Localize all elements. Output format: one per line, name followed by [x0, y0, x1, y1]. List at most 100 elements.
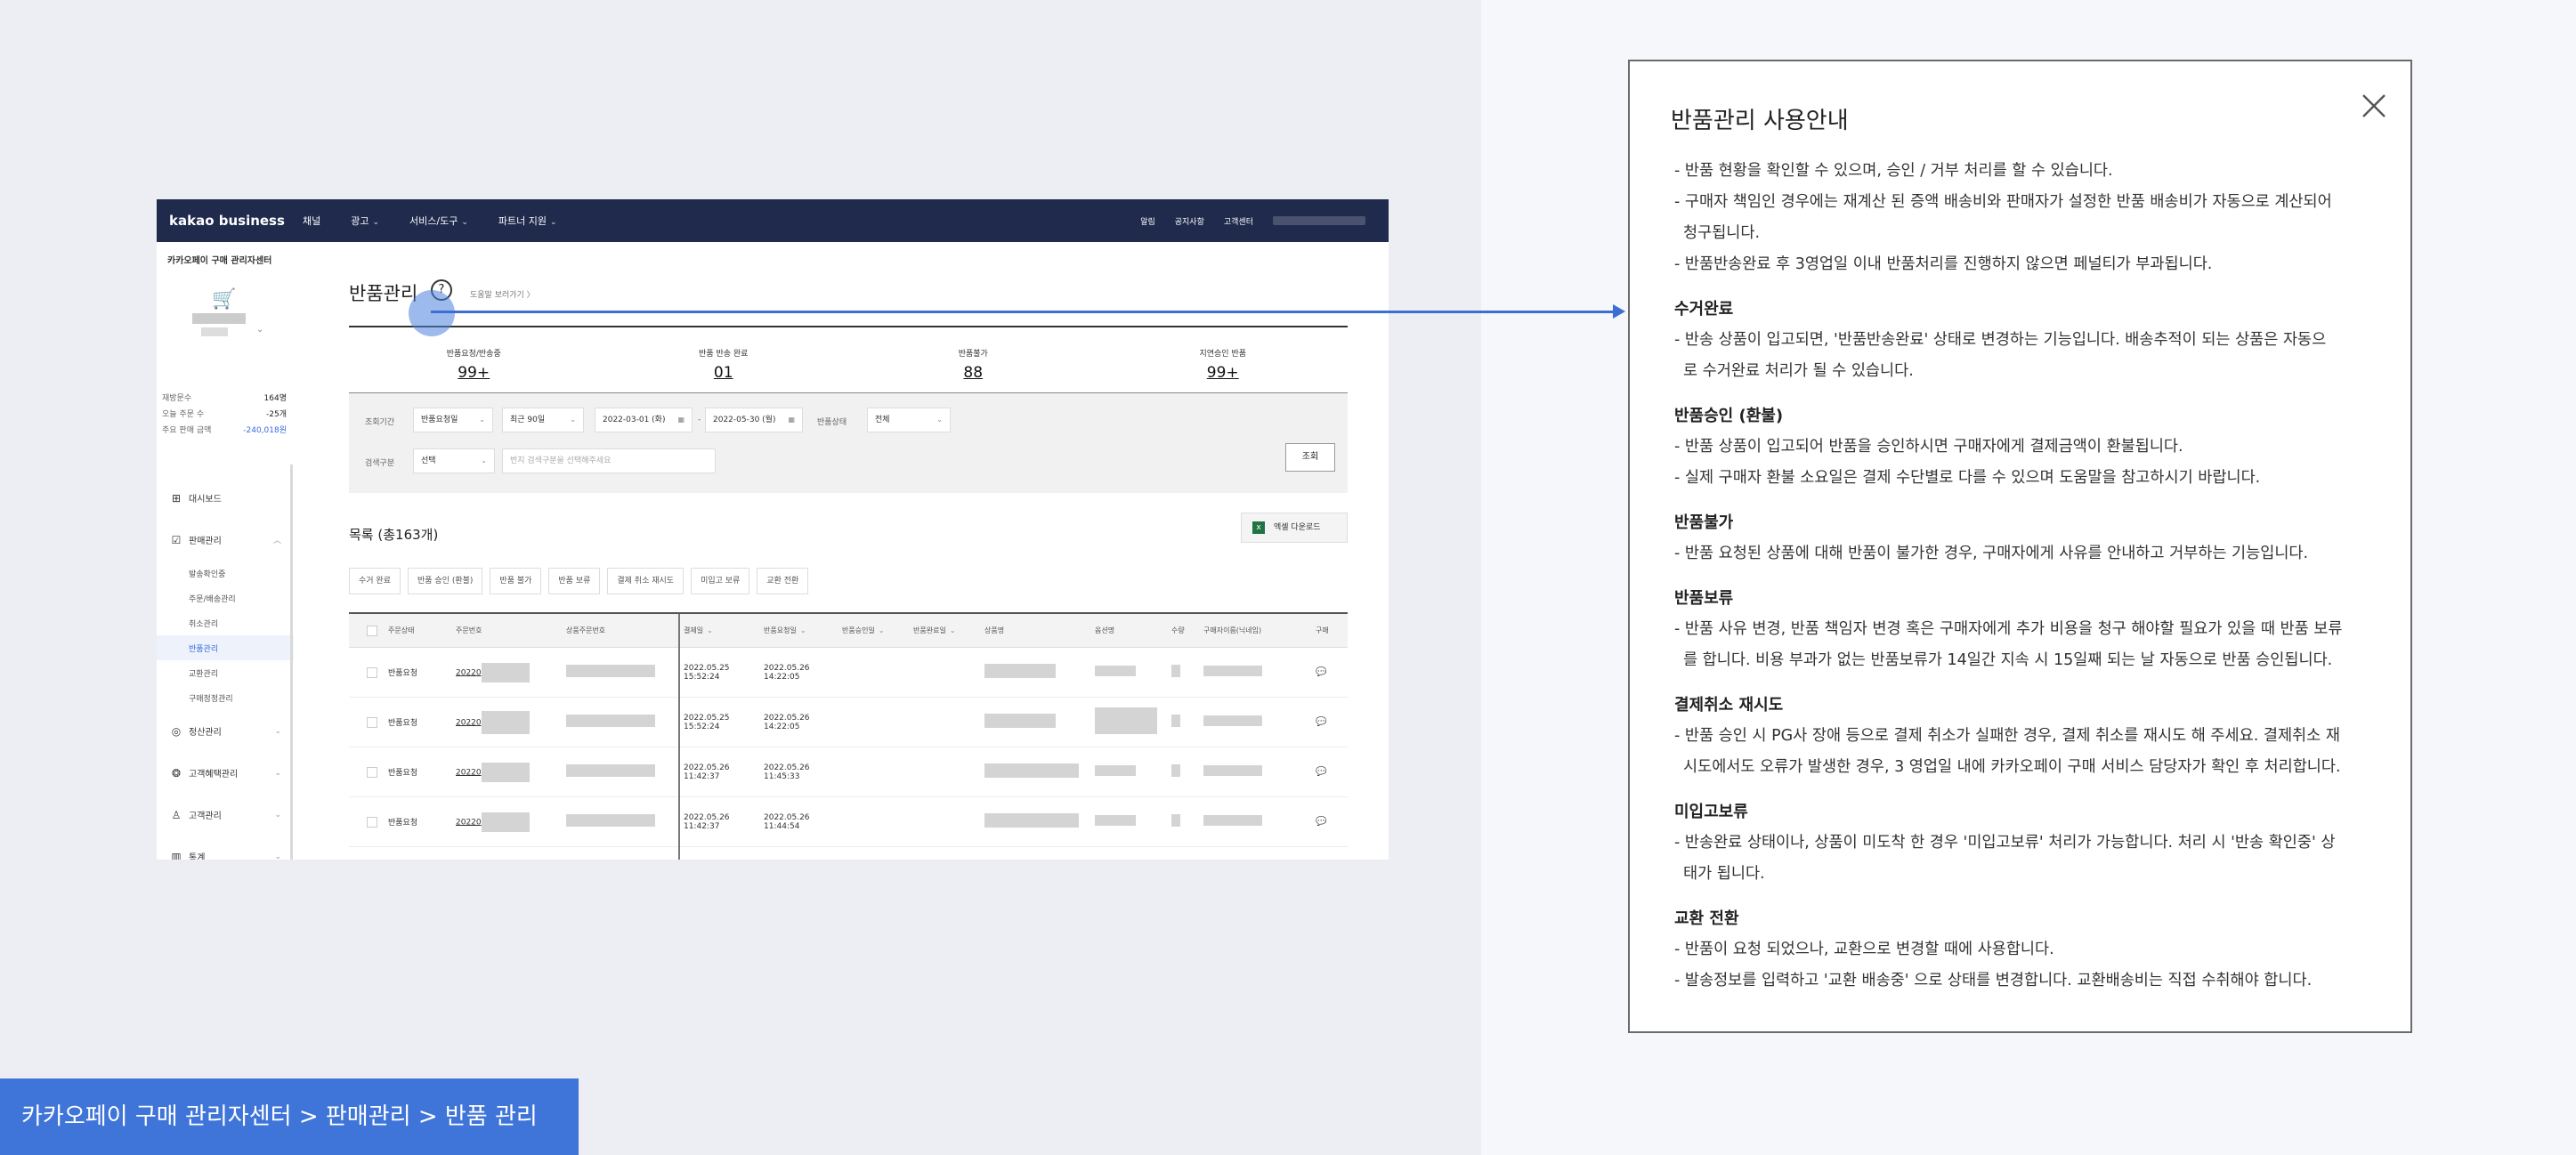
- column-header-label: 구매: [1316, 626, 1329, 634]
- date-to-input[interactable]: 2022-05-30 (월) ▦: [705, 408, 803, 432]
- summary-count[interactable]: 88: [848, 364, 1098, 382]
- status-select[interactable]: 전체 ⌄: [867, 408, 951, 432]
- nav-item[interactable]: 채널: [303, 214, 320, 228]
- buyer-cell: [1198, 666, 1310, 679]
- search-type-select[interactable]: 선택 ⌄: [413, 448, 495, 473]
- excel-download-button[interactable]: x 엑셀 다운로드: [1241, 513, 1348, 543]
- action-tabs: 수거 완료 반품 승인 (환불) 반품 불가 반품 보류 결제 취소 재시도 미입고 보류…: [349, 568, 809, 594]
- table-row[interactable]: 반품요청 20220 2022.05.25 15:52:24 2022.05.26 14:…: [349, 648, 1348, 698]
- sidebar-subitem[interactable]: 구매정정관리: [157, 685, 294, 710]
- summary-cell[interactable]: 반품요청/반송중 99+: [349, 327, 599, 392]
- order-number-link[interactable]: 20220: [456, 718, 482, 727]
- nav-utility-link[interactable]: 알림: [1140, 215, 1155, 227]
- summary-cell[interactable]: 반품불가 88: [848, 327, 1098, 392]
- row-checkbox[interactable]: [367, 816, 377, 828]
- nav-utility-link[interactable]: 고객센터: [1224, 215, 1253, 227]
- column-header[interactable]: 구매자이름(닉네임): [1198, 626, 1310, 635]
- product-order-blurred: [566, 715, 655, 727]
- help-link[interactable]: 도움말 보러가기 〉: [470, 288, 535, 300]
- period-range-value: 최근 90일: [510, 416, 546, 424]
- chat-icon[interactable]: 💬: [1316, 817, 1326, 827]
- sidebar-item[interactable]: ◎ 정산관리 ⌄: [157, 710, 294, 752]
- summary-count[interactable]: 99+: [349, 364, 599, 382]
- sidebar-subitem[interactable]: 반품관리: [157, 635, 294, 660]
- column-header[interactable]: 수량: [1166, 626, 1198, 635]
- column-header[interactable]: 주문상태: [383, 626, 450, 635]
- nav-item[interactable]: 서비스/도구 ⌄: [409, 214, 468, 228]
- action-tab[interactable]: 반품 보류: [548, 568, 601, 594]
- row-checkbox[interactable]: [367, 666, 377, 678]
- sidebar-item[interactable]: ❂ 고객혜택관리 ⌄: [157, 752, 294, 794]
- table-row[interactable]: 반품요청 20220 2022.05.26 11:42:37 2022.05.26 11:…: [349, 797, 1348, 847]
- sidebar-subitem[interactable]: 발송확인중: [157, 561, 294, 586]
- nav-item[interactable]: 파트너 지원 ⌄: [498, 214, 557, 228]
- chat-icon[interactable]: 💬: [1316, 717, 1326, 727]
- sidebar-subitem[interactable]: 교환관리: [157, 660, 294, 685]
- sidebar-scrollbar[interactable]: [290, 464, 293, 860]
- date-from-value: 2022-03-01 (화): [603, 416, 666, 424]
- column-header[interactable]: 반품승인일 ⌄: [837, 626, 908, 635]
- table-row[interactable]: 반품요청 20220 2022.05.25 15:52:24 2022.05.26 14:…: [349, 698, 1348, 747]
- request-date-cell: 2022.05.26 14:22:05: [758, 664, 837, 682]
- summary-label: 반품요청/반송중: [446, 350, 501, 359]
- select-all-checkbox[interactable]: [367, 625, 377, 636]
- chat-icon[interactable]: 💬: [1316, 767, 1326, 777]
- order-number-link[interactable]: 20220: [456, 668, 482, 677]
- period-type-select[interactable]: 반품요청일 ⌄: [413, 408, 493, 432]
- calendar-icon: ▦: [788, 416, 795, 424]
- date-from-input[interactable]: 2022-03-01 (화) ▦: [595, 408, 693, 432]
- row-checkbox[interactable]: [367, 766, 377, 778]
- order-number-link[interactable]: 20220: [456, 768, 482, 777]
- action-tab[interactable]: 반품 불가: [490, 568, 542, 594]
- action-tab[interactable]: 반품 승인 (환불): [407, 568, 483, 594]
- column-header[interactable]: 상품명: [979, 626, 1090, 635]
- search-button[interactable]: 조회: [1285, 443, 1335, 472]
- column-header[interactable]: 결제일 ⌄: [678, 626, 758, 635]
- sidebar-subitem[interactable]: 취소관리: [157, 610, 294, 635]
- summary-cell[interactable]: 반품 반송 완료 01: [599, 327, 849, 392]
- sidebar-subitem[interactable]: 주문/배송관리: [157, 586, 294, 610]
- callout-arrow-line: [431, 311, 1615, 313]
- sidebar-item[interactable]: ⊞ 대시보드: [157, 477, 294, 519]
- paid-date: 2022.05.25: [684, 713, 730, 723]
- product-order-blurred: [566, 665, 655, 677]
- status-summary: 반품요청/반송중 99+ 반품 반송 완료 01 반품불가 88 지연승인 반품 99+: [349, 327, 1348, 393]
- column-header[interactable]: 반품요청일 ⌄: [758, 626, 837, 635]
- chat-icon[interactable]: 💬: [1316, 667, 1326, 677]
- brand-logo[interactable]: kakao business: [169, 213, 303, 229]
- column-header[interactable]: 주문번호: [450, 626, 561, 635]
- close-icon[interactable]: [2356, 88, 2392, 124]
- period-range-select[interactable]: 최근 90일 ⌄: [502, 408, 584, 432]
- summary-cell[interactable]: 지연승인 반품 99+: [1098, 327, 1349, 392]
- nav-item-label: 채널: [303, 215, 321, 227]
- column-header[interactable]: 옵션명: [1090, 626, 1166, 635]
- search-type-label: 검색구분: [365, 459, 395, 468]
- sidebar-item[interactable]: ▥ 통계 ⌄: [157, 836, 294, 860]
- option-cell: [1090, 765, 1166, 779]
- action-tab[interactable]: 미입고 보류: [691, 568, 750, 594]
- sort-icon: ⌄: [878, 626, 885, 634]
- order-number-cell: 20220: [450, 662, 561, 682]
- request-date-cell: 2022.05.26 11:45:33: [758, 763, 837, 781]
- column-header[interactable]: 상품주문번호: [561, 626, 678, 635]
- account-blurred[interactable]: [1273, 216, 1365, 225]
- product-name-blurred: [984, 813, 1079, 828]
- action-tab[interactable]: 결제 취소 재시도: [607, 568, 685, 594]
- order-number-link[interactable]: 20220: [456, 818, 482, 827]
- table-row[interactable]: 반품요청 20220 2022.05.26 11:42:37 2022.05.26 11:…: [349, 747, 1348, 797]
- sidebar-item[interactable]: ♙ 고객관리 ⌄: [157, 794, 294, 836]
- summary-count[interactable]: 01: [599, 364, 849, 382]
- column-header[interactable]: 구매: [1310, 626, 1330, 635]
- nav-item[interactable]: 광고 ⌄: [351, 214, 379, 228]
- action-tab[interactable]: 수거 완료: [349, 568, 401, 594]
- nav-utility-link[interactable]: 공지사항: [1175, 215, 1204, 227]
- action-tab[interactable]: 교환 전환: [757, 568, 809, 594]
- summary-count[interactable]: 99+: [1098, 364, 1349, 382]
- chevron-down-icon[interactable]: ⌄: [256, 325, 263, 335]
- column-header[interactable]: 반품완료일 ⌄: [908, 626, 979, 635]
- stat-label: 재방문수: [162, 394, 192, 403]
- search-input[interactable]: 번지 검색구분을 선택해주세요: [502, 448, 716, 473]
- row-checkbox[interactable]: [367, 716, 377, 728]
- main-content: 반품관리 ? 도움말 보러가기 〉 반품요청/반송중 99+ 반품 반송 완료 01 반…: [349, 242, 1389, 860]
- sidebar-item[interactable]: ☑ 판매관리 ︿: [157, 519, 294, 561]
